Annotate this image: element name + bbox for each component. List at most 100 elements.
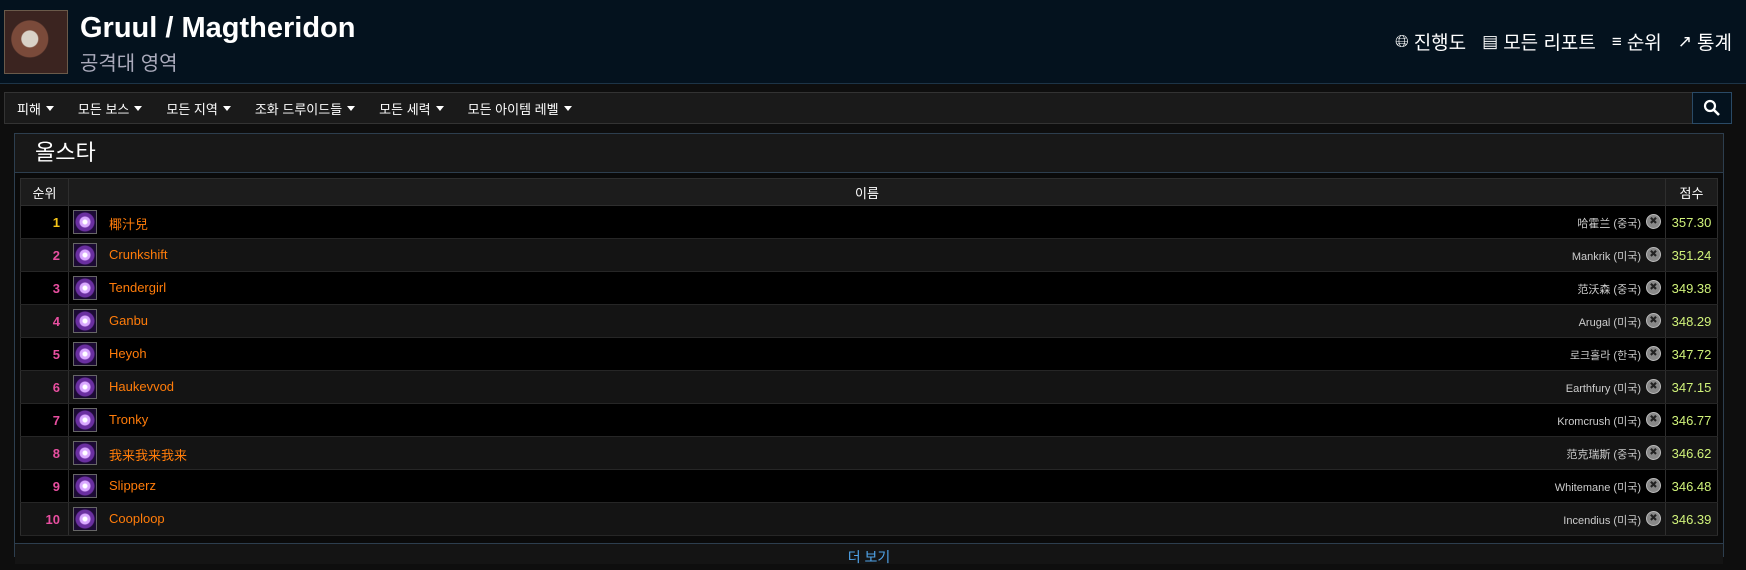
armory-icon[interactable]: ✖	[1646, 247, 1661, 262]
balance-druid-spec-icon	[73, 309, 97, 333]
player-name-link[interactable]: Crunkshift	[109, 247, 168, 262]
player-name-link[interactable]: Tendergirl	[109, 280, 166, 295]
filter-bar: 피해 모든 보스 모든 지역 조화 드루이드들 모든 세력 모든 아이템 레벨	[4, 92, 1694, 124]
name-cell: Ganbu Arugal (미국) ✖	[68, 304, 1666, 338]
nav-reports[interactable]: ▤ 모든 리포트	[1482, 28, 1596, 55]
chevron-down-icon	[563, 105, 572, 111]
rank-cell: 3	[20, 271, 69, 305]
server-label: Arugal (미국)	[1578, 317, 1641, 329]
armory-icon[interactable]: ✖	[1646, 379, 1661, 394]
zone-icon	[4, 10, 68, 74]
player-name-link[interactable]: 我来我来我来	[109, 445, 187, 464]
table-row: 6 Haukevvod Earthfury (미국) ✖ 347.15	[20, 370, 1718, 404]
balance-druid-spec-icon	[73, 342, 97, 366]
score-cell: 346.77	[1665, 403, 1718, 437]
nav-reports-label: 모든 리포트	[1503, 33, 1596, 54]
score-cell: 357.30	[1665, 205, 1718, 239]
rankings-table: 순위 이름 점수 1 椰汁兒 哈霍兰 (중국) ✖ 357.30 2 Crunkshift M…	[20, 178, 1718, 536]
chevron-down-icon	[435, 105, 444, 111]
player-name-link[interactable]: 椰汁兒	[109, 214, 148, 233]
globe-icon: 🌐︎	[1395, 31, 1409, 51]
top-nav: 🌐︎ 진행도 ▤ 모든 리포트 ≡ 순위 ↗ 통계	[1395, 28, 1732, 55]
player-name-link[interactable]: Haukevvod	[109, 379, 174, 394]
score-cell: 351.24	[1665, 238, 1718, 272]
player-name-link[interactable]: Ganbu	[109, 313, 148, 328]
nav-statistics-label: 통계	[1697, 33, 1732, 54]
name-cell: Slipperz Whitemane (미국) ✖	[68, 469, 1666, 503]
balance-druid-spec-icon	[73, 276, 97, 300]
chevron-down-icon	[45, 105, 54, 111]
server-label: Mankrik (미국)	[1571, 251, 1641, 263]
search-button[interactable]	[1692, 92, 1732, 124]
nav-statistics[interactable]: ↗ 통계	[1678, 28, 1732, 55]
rank-cell: 5	[20, 337, 69, 371]
table-row: 1 椰汁兒 哈霍兰 (중국) ✖ 357.30	[20, 205, 1718, 239]
chevron-down-icon	[222, 105, 231, 111]
trend-icon: ↗	[1677, 31, 1693, 51]
armory-icon[interactable]: ✖	[1646, 280, 1661, 295]
rank-cell: 8	[20, 436, 69, 470]
nav-rankings[interactable]: ≡ 순위	[1612, 28, 1662, 55]
balance-druid-spec-icon	[73, 441, 97, 465]
server-label: 范沃森 (중국)	[1577, 284, 1641, 296]
filter-region[interactable]: 모든 지역	[166, 99, 231, 118]
score-cell: 346.48	[1665, 469, 1718, 503]
col-rank-header: 순위	[20, 178, 69, 206]
player-name-link[interactable]: Cooploop	[109, 511, 165, 526]
balance-druid-spec-icon	[73, 408, 97, 432]
filter-spec[interactable]: 조화 드루이드들	[255, 99, 356, 118]
armory-icon[interactable]: ✖	[1646, 313, 1661, 328]
nav-progress[interactable]: 🌐︎ 진행도	[1395, 28, 1466, 55]
name-cell: Heyoh 로크홀라 (한국) ✖	[68, 337, 1666, 371]
nav-progress-label: 진행도	[1413, 33, 1467, 54]
player-name-link[interactable]: Heyoh	[109, 346, 147, 361]
armory-icon[interactable]: ✖	[1646, 478, 1661, 493]
allstars-panel: 올스타 순위 이름 점수 1 椰汁兒 哈霍兰 (중국) ✖ 357.30 2 Crunksh…	[14, 133, 1724, 565]
filter-metric[interactable]: 피해	[17, 99, 54, 118]
table-row: 10 Cooploop Incendius (미국) ✖ 346.39	[20, 502, 1718, 536]
rank-cell: 9	[20, 469, 69, 503]
player-name-link[interactable]: Slipperz	[109, 478, 156, 493]
score-cell: 346.39	[1665, 502, 1718, 536]
name-cell: Haukevvod Earthfury (미국) ✖	[68, 370, 1666, 404]
score-cell: 347.72	[1665, 337, 1718, 371]
table-row: 3 Tendergirl 范沃森 (중국) ✖ 349.38	[20, 271, 1718, 305]
filter-faction[interactable]: 모든 세력	[379, 99, 444, 118]
rank-cell: 10	[20, 502, 69, 536]
table-row: 5 Heyoh 로크홀라 (한국) ✖ 347.72	[20, 337, 1718, 371]
zone-subtitle: 공격대 영역	[80, 53, 178, 75]
page-header: Gruul / Magtheridon 공격대 영역 🌐︎ 진행도 ▤ 모든 리…	[0, 0, 1746, 84]
search-icon	[1703, 99, 1720, 116]
table-header-row: 순위 이름 점수	[20, 178, 1718, 206]
server-label: 哈霍兰 (중국)	[1577, 218, 1641, 230]
col-score-header: 점수	[1665, 178, 1718, 206]
name-cell: 椰汁兒 哈霍兰 (중국) ✖	[68, 205, 1666, 239]
show-more-link[interactable]: 더 보기	[15, 543, 1723, 565]
server-label: 로크홀라 (한국)	[1569, 350, 1641, 362]
balance-druid-spec-icon	[73, 507, 97, 531]
reports-icon: ▤	[1482, 31, 1499, 51]
score-cell: 347.15	[1665, 370, 1718, 404]
armory-icon[interactable]: ✖	[1646, 214, 1661, 229]
armory-icon[interactable]: ✖	[1646, 511, 1661, 526]
balance-druid-spec-icon	[73, 210, 97, 234]
name-cell: Tendergirl 范沃森 (중국) ✖	[68, 271, 1666, 305]
server-label: Kromcrush (미국)	[1557, 416, 1641, 428]
armory-icon[interactable]: ✖	[1646, 412, 1661, 427]
score-cell: 349.38	[1665, 271, 1718, 305]
balance-druid-spec-icon	[73, 243, 97, 267]
balance-druid-spec-icon	[73, 474, 97, 498]
name-cell: 我来我来我来 范克瑞斯 (중국) ✖	[68, 436, 1666, 470]
filter-boss[interactable]: 모든 보스	[78, 99, 143, 118]
chevron-down-icon	[134, 105, 143, 111]
filter-item-level[interactable]: 모든 아이템 레벨	[468, 99, 572, 118]
table-row: 8 我来我来我来 范克瑞斯 (중국) ✖ 346.62	[20, 436, 1718, 470]
armory-icon[interactable]: ✖	[1646, 445, 1661, 460]
armory-icon[interactable]: ✖	[1646, 346, 1661, 361]
table-row: 2 Crunkshift Mankrik (미국) ✖ 351.24	[20, 238, 1718, 272]
name-cell: Cooploop Incendius (미국) ✖	[68, 502, 1666, 536]
server-label: Whitemane (미국)	[1554, 482, 1641, 494]
score-cell: 348.29	[1665, 304, 1718, 338]
server-label: Earthfury (미국)	[1565, 383, 1641, 395]
player-name-link[interactable]: Tronky	[109, 412, 148, 427]
